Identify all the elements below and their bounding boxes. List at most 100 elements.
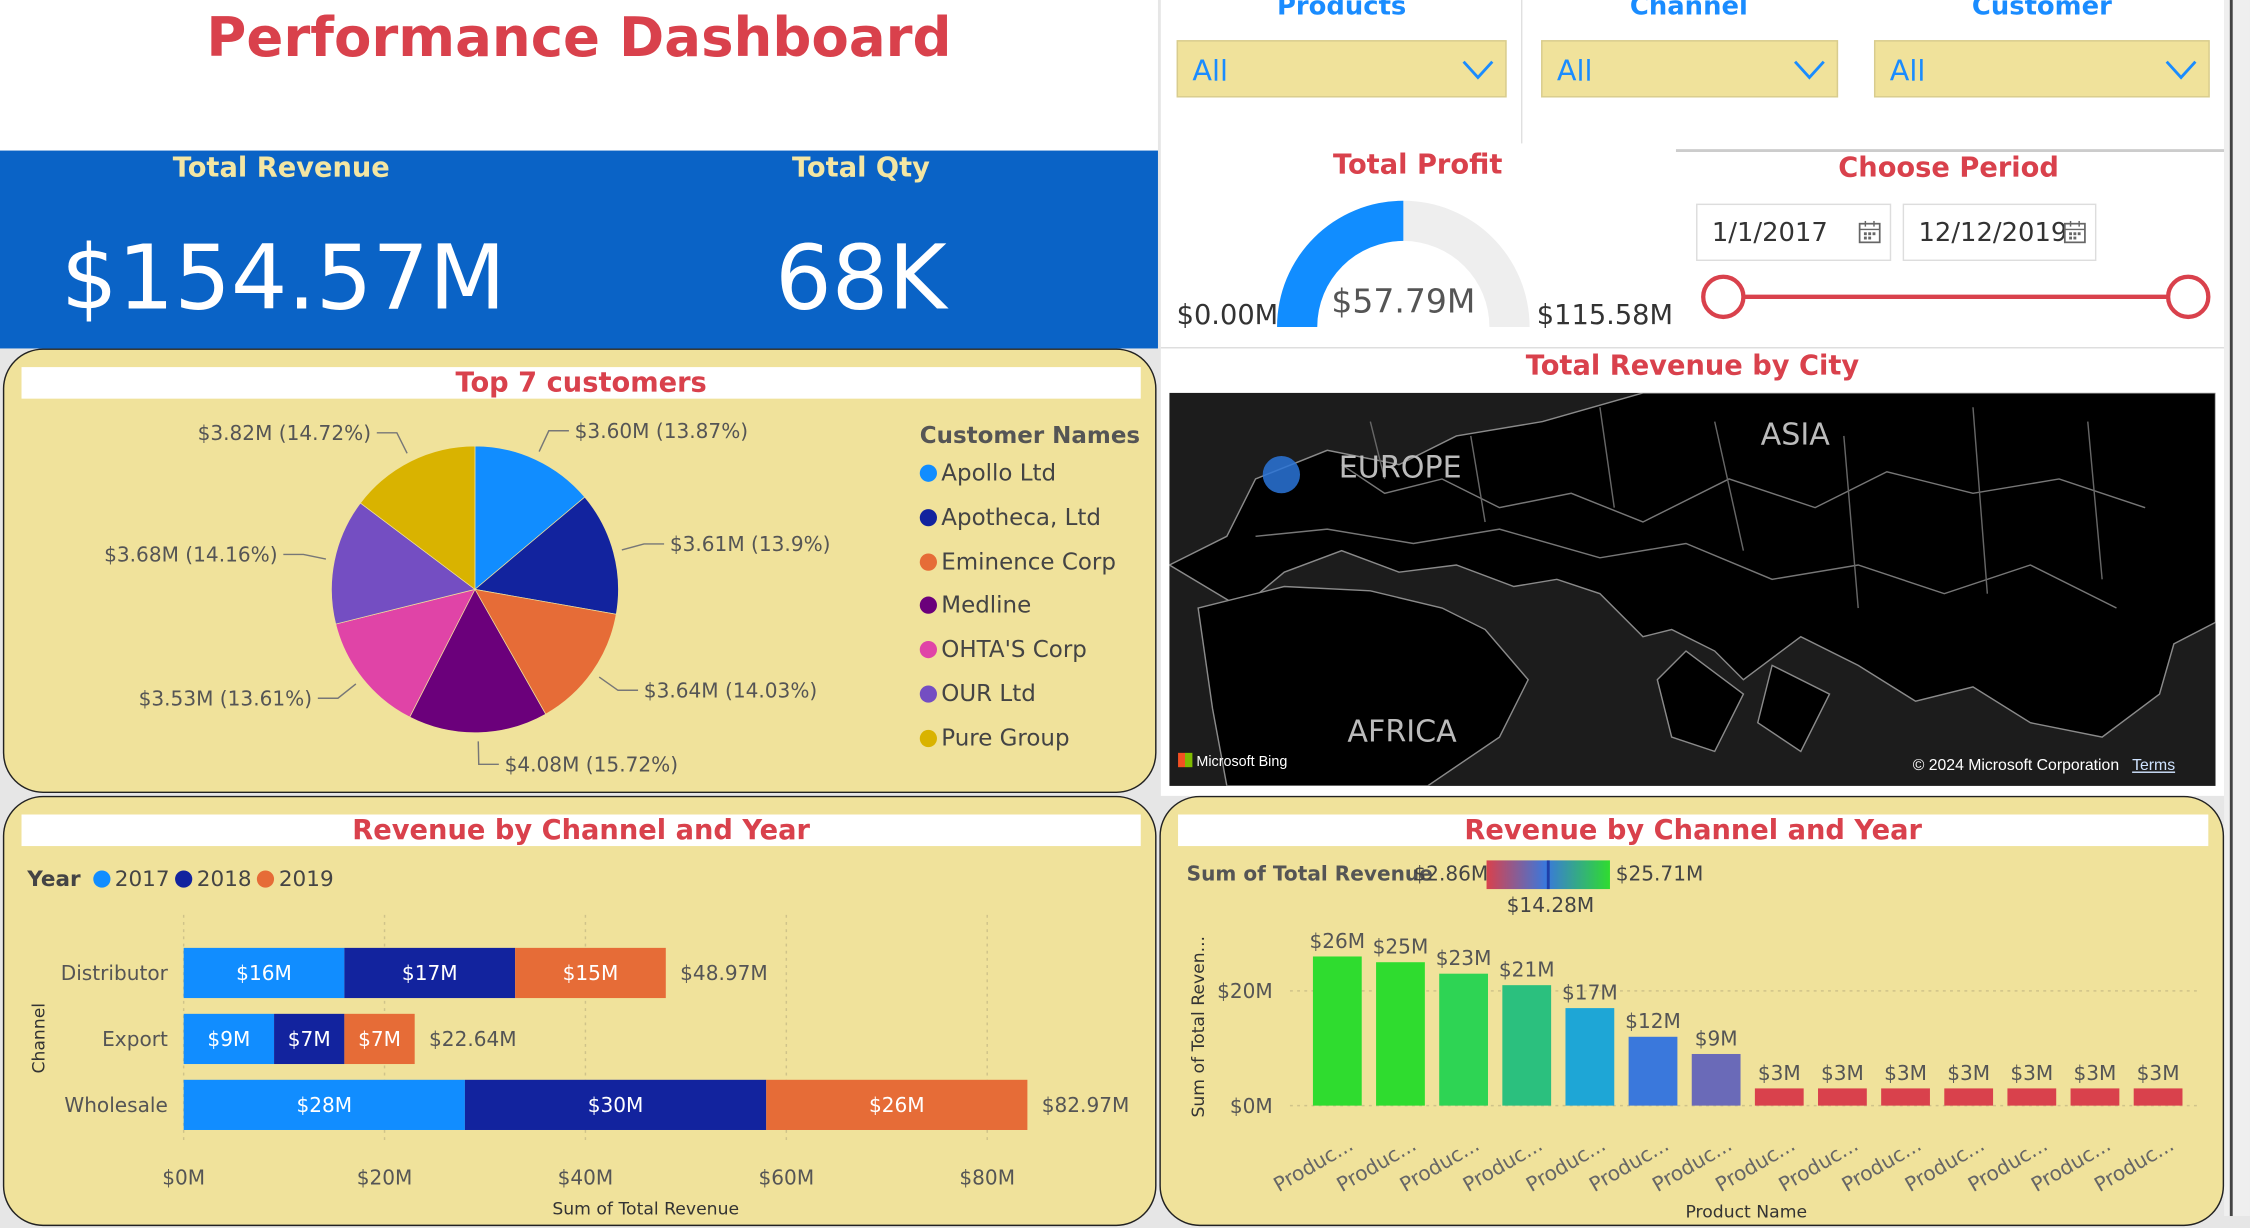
map-copyright-text: © 2024 Microsoft Corporation <box>1912 757 2120 775</box>
product-bar[interactable] <box>1754 1088 1804 1106</box>
y-tick-label: $20M <box>1217 979 1273 1003</box>
product-bar[interactable] <box>1502 985 1552 1106</box>
legend-marker <box>919 552 937 571</box>
period-slider[interactable] <box>1693 270 2224 324</box>
pie-legend-item[interactable]: OHTA'S Corp <box>919 635 1087 663</box>
bar-data-label: $3M <box>2074 1061 2117 1085</box>
legend-label: Apollo Ltd <box>941 458 1057 487</box>
product-bar[interactable] <box>1312 956 1362 1106</box>
product-bar-chart[interactable]: $0M$20M$26MProduc...$25MProduc...$23MPro… <box>1161 797 2226 1227</box>
pie-leader-line <box>283 553 327 560</box>
gauge-max-label: $115.58M <box>1536 299 1674 332</box>
bar-data-label: $3M <box>1758 1061 1801 1085</box>
map-copyright: © 2024 Microsoft Corporation Terms <box>1913 757 2175 774</box>
channel-dropdown-value: All <box>1556 53 1593 88</box>
channel-dropdown[interactable]: All <box>1541 40 1839 98</box>
map-terms-link[interactable]: Terms <box>2132 757 2175 774</box>
pie-legend-item[interactable]: Pure Group <box>919 724 1070 751</box>
bar-data-label: $3M <box>2010 1061 2053 1085</box>
bar-data-label: $15M <box>563 961 619 985</box>
product-bar[interactable] <box>1628 1036 1678 1106</box>
pie-legend-item[interactable]: Apollo Ltd <box>919 458 1057 487</box>
dashboard-canvas: Performance Dashboard Total Revenue $154… <box>0 0 2250 1227</box>
scrollbar-line[interactable] <box>2229 0 2233 1217</box>
choose-period-title: Choose Period <box>1838 152 2059 184</box>
bar-total-label: $82.97M <box>1042 1093 1130 1117</box>
bar-data-label: $9M <box>207 1027 250 1051</box>
map-title: Total Revenue by City <box>1525 349 1860 382</box>
pie-leader-line <box>477 741 499 765</box>
legend-marker <box>919 685 937 703</box>
x-tick-label: $60M <box>758 1165 814 1189</box>
product-bar[interactable] <box>1944 1088 1994 1106</box>
calendar-icon[interactable] <box>2063 220 2086 244</box>
product-bar[interactable] <box>2070 1088 2120 1106</box>
start-date-value: 1/1/2017 <box>1711 217 1828 249</box>
pie-legend-item[interactable]: OUR Ltd <box>919 679 1036 707</box>
bar-data-label: $7M <box>288 1027 331 1051</box>
legend-label: OUR Ltd <box>941 679 1036 707</box>
chevron-down-icon <box>2165 60 2197 80</box>
page-title: Performance Dashboard <box>206 5 952 69</box>
product-bar[interactable] <box>1881 1088 1930 1106</box>
pie-data-label: $3.82M (14.72%) <box>198 421 371 445</box>
customer-slicer-title: Customer <box>1971 0 2112 22</box>
y-axis-title: Sum of Total Reven... <box>1189 936 1209 1118</box>
legend-label: Medline <box>941 591 1032 619</box>
legend-marker <box>919 729 937 747</box>
bar-total-label: $22.64M <box>429 1027 517 1051</box>
y-axis-title: Channel <box>29 1003 49 1074</box>
category-label: Wholesale <box>64 1093 168 1117</box>
x-axis-title: Sum of Total Revenue <box>552 1200 739 1220</box>
calendar-icon[interactable] <box>1858 220 1881 244</box>
products-dropdown[interactable]: All <box>1176 40 1507 98</box>
pie-data-label: $3.68M (14.16%) <box>104 543 277 567</box>
map-label-africa: AFRICA <box>1347 714 1457 749</box>
bar-data-label: $23M <box>1436 946 1492 970</box>
product-bar[interactable] <box>2133 1088 2183 1106</box>
bar-data-label: $25M <box>1373 935 1429 959</box>
legend-label: Apotheca, Ltd <box>941 503 1101 531</box>
products-dropdown-value: All <box>1192 53 1228 88</box>
pie-leader-line <box>621 543 665 551</box>
start-date-input[interactable]: 1/1/2017 <box>1696 203 1892 261</box>
slider-end-handle[interactable] <box>2165 274 2211 320</box>
customer-dropdown[interactable]: All <box>1873 40 2210 98</box>
bing-attribution-text: Microsoft Bing <box>1196 754 1288 771</box>
product-bar[interactable] <box>1818 1088 1867 1106</box>
product-bar[interactable] <box>1376 962 1425 1106</box>
product-bar[interactable] <box>2007 1088 2057 1106</box>
pie-data-label: $4.08M (15.72%) <box>505 752 678 776</box>
product-bar[interactable] <box>1565 1008 1615 1106</box>
bar-data-label: $3M <box>1947 1061 1990 1085</box>
x-axis-title: Product Name <box>1685 1202 1807 1222</box>
bar-data-label: $26M <box>1309 929 1365 953</box>
legend-marker <box>919 597 937 615</box>
gauge-min-label: $0.00M <box>1176 299 1279 332</box>
x-tick-label: $40M <box>558 1165 614 1189</box>
bar-data-label: $17M <box>1562 981 1618 1005</box>
product-bar-card: Revenue by Channel and Year Sum of Total… <box>1159 795 2226 1227</box>
pie-legend-item[interactable]: Apotheca, Ltd <box>919 503 1101 531</box>
category-label: Distributor <box>61 961 169 985</box>
stacked-bar-chart[interactable]: $0M $20M $40M $60M $80M Distributor $16M $17M $1… <box>4 797 1158 1227</box>
pie-legend-item[interactable]: Eminence Corp <box>919 547 1116 574</box>
customer-dropdown-value: All <box>1889 53 1926 88</box>
city-bubble[interactable] <box>1262 456 1301 494</box>
bar-data-label: $21M <box>1499 958 1555 982</box>
category-label: Export <box>102 1027 168 1051</box>
product-bar[interactable] <box>1691 1053 1741 1106</box>
product-bar[interactable] <box>1439 973 1488 1106</box>
map-land <box>1169 392 2216 786</box>
bar-data-label: $3M <box>1884 1061 1927 1085</box>
top-customers-card: Top 7 customers $3.60M (13.87%) $3.61M (1… <box>2 348 1157 794</box>
revenue-map[interactable]: EUROPE ASIA AFRICA Microsoft Bing © 2024… <box>1169 392 2216 786</box>
total-qty-label: Total Qty <box>791 152 930 184</box>
pie-legend-item[interactable]: Medline <box>919 591 1032 619</box>
slider-start-handle[interactable] <box>1701 274 1746 320</box>
end-date-input[interactable]: 12/12/2019 <box>1902 203 2097 261</box>
end-date-value: 12/12/2019 <box>1918 217 2068 249</box>
pie-leader-line <box>538 430 569 452</box>
legend-label: OHTA'S Corp <box>941 635 1087 663</box>
pie-legend-title: Customer Names <box>919 421 1141 449</box>
